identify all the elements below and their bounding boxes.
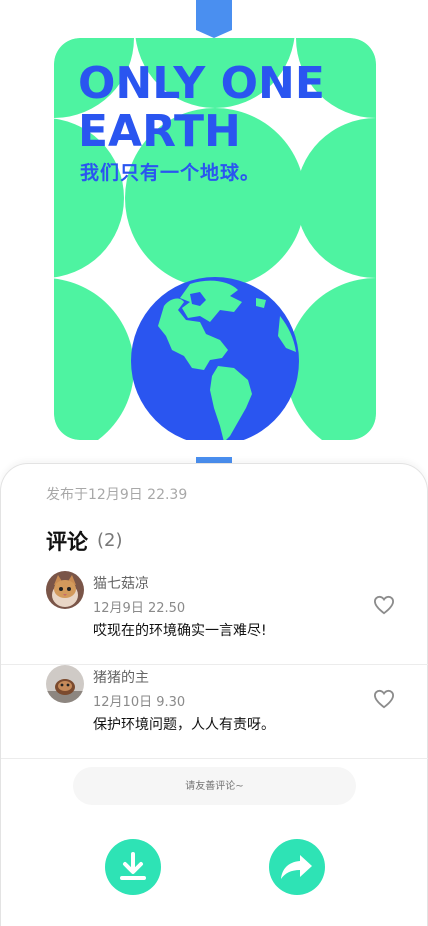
share-arrow-icon: [281, 855, 312, 879]
pet-avatar-icon[interactable]: [46, 665, 84, 703]
comment-item: 猫七菇凉 12月9日 22.50 哎现在的环境确实一言难尽!: [1, 571, 428, 665]
comments-title: 评论: [46, 530, 88, 554]
comments-count: (2): [97, 530, 123, 551]
hanger-tab: [196, 0, 232, 38]
comment-user-name[interactable]: 猪猪的主: [93, 667, 149, 687]
poster-card: ONLY ONE EARTH 我们只有一个地球。: [54, 38, 376, 440]
heart-icon[interactable]: [373, 689, 395, 709]
publish-time: 发布于12月9日 22.39: [46, 487, 188, 503]
heart-icon[interactable]: [373, 595, 395, 615]
comment-item: 猪猪的主 12月10日 9.30 保护环境问题，人人有责呀。: [1, 665, 428, 759]
poster-title-line1: ONLY ONE: [78, 58, 325, 109]
poster-title-line2: EARTH: [78, 106, 241, 157]
poster-subtitle: 我们只有一个地球。: [80, 162, 261, 184]
detail-sheet: 发布于12月9日 22.39 评论 (2) 猫七菇凉 12月9日 22.50 哎…: [0, 463, 428, 926]
comment-input[interactable]: [73, 767, 356, 805]
share-button[interactable]: [269, 839, 325, 895]
cat-avatar-icon[interactable]: [46, 571, 84, 609]
earth-globe-icon: [131, 277, 299, 440]
poster-title: ONLY ONE EARTH: [78, 60, 368, 156]
comment-text: 保护环境问题，人人有责呀。: [93, 717, 275, 733]
comment-time: 12月10日 9.30: [93, 695, 186, 710]
download-button[interactable]: [105, 839, 161, 895]
download-icon: [120, 852, 146, 880]
comment-text: 哎现在的环境确实一言难尽!: [93, 623, 267, 639]
comment-user-name[interactable]: 猫七菇凉: [93, 573, 149, 593]
comment-time: 12月9日 22.50: [93, 601, 186, 616]
